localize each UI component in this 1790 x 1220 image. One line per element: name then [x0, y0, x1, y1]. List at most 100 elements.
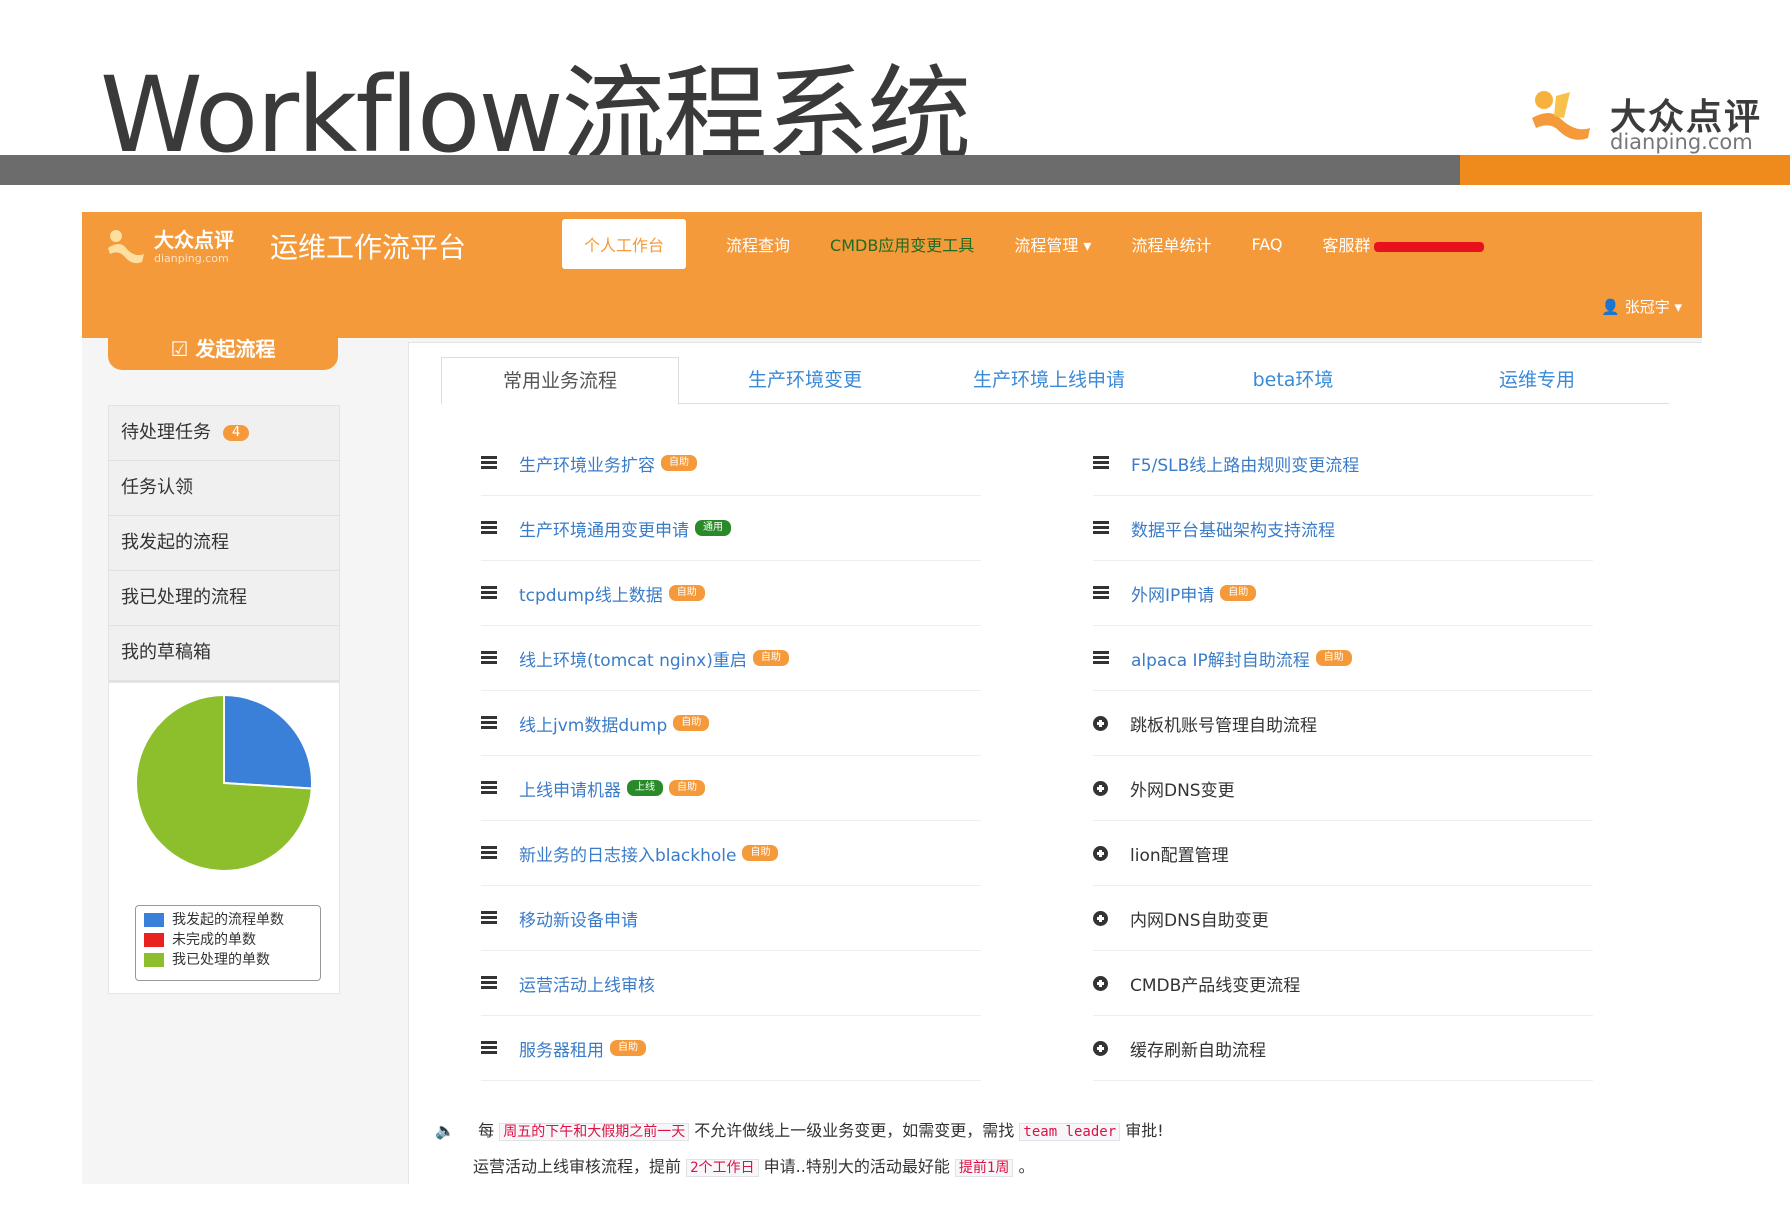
flow-row: lion配置管理: [1093, 821, 1593, 886]
flow-row: CMDB产品线变更流程: [1093, 951, 1593, 1016]
flow-link[interactable]: 线上环境(tomcat nginx)重启: [519, 646, 747, 671]
list-icon: [1093, 521, 1109, 535]
notice-highlight: 2个工作日: [686, 1159, 759, 1177]
notice-text: 申请..特别大的活动最好能: [763, 1157, 950, 1176]
flow-tag: 自助: [1315, 650, 1352, 666]
nav-faq[interactable]: FAQ: [1251, 235, 1282, 254]
flow-link[interactable]: 服务器租用: [519, 1036, 604, 1061]
tab-prod-change[interactable]: 生产环境变更: [687, 357, 923, 403]
pie-slice: [223, 693, 313, 790]
flow-tag: 自助: [610, 1040, 646, 1056]
list-icon: [481, 586, 497, 600]
list-icon: [1093, 651, 1109, 665]
tab-ops-only[interactable]: 运维专用: [1419, 357, 1655, 403]
notice-highlight: team leader: [1019, 1123, 1121, 1141]
flow-link[interactable]: tcpdump线上数据: [519, 581, 663, 606]
flow-tag: 自助: [673, 715, 710, 731]
list-icon: [481, 651, 497, 665]
plus-circle-icon: [1093, 1040, 1108, 1056]
flow-link[interactable]: 外网DNS变更: [1130, 776, 1235, 801]
flow-row: 跳板机账号管理自助流程: [1093, 691, 1593, 756]
nav-flow-management[interactable]: 流程管理 ▾: [1014, 232, 1091, 256]
workflow-app: 大众点评 dianping.com 运维工作流平台 个人工作台 流程查询 CMD…: [82, 212, 1702, 1184]
flow-row: 数据平台基础架构支持流程: [1093, 496, 1593, 561]
flow-link[interactable]: 跳板机账号管理自助流程: [1130, 711, 1317, 736]
flow-row: 上线申请机器 上线 自助: [481, 756, 981, 821]
plus-circle-icon: [1093, 975, 1108, 991]
flow-link[interactable]: 新业务的日志接入blackhole: [519, 841, 736, 866]
legend-swatch: [144, 953, 164, 967]
flow-link[interactable]: 生产环境通用变更申请: [519, 516, 689, 541]
tab-common-flows[interactable]: 常用业务流程: [441, 357, 679, 405]
legend-swatch: [144, 933, 164, 947]
flow-row: alpaca IP解封自助流程 自助: [1093, 626, 1593, 691]
list-icon: [481, 521, 497, 535]
main-panel: 常用业务流程 生产环境变更 生产环境上线申请 beta环境 运维专用 生产环境业…: [408, 342, 1702, 1184]
sidebar-item-pending[interactable]: 待处理任务 4: [109, 406, 339, 461]
flow-tag: 自助: [1220, 585, 1257, 601]
nav-support-group[interactable]: 客服群: [1322, 232, 1485, 256]
nav-flow-stats[interactable]: 流程单统计: [1131, 232, 1211, 256]
sidebar-item-drafts[interactable]: 我的草稿箱: [109, 626, 339, 681]
notice-line-2: 运营活动上线审核流程，提前 2个工作日 申请..特别大的活动最好能 提前1周 。: [435, 1149, 1675, 1184]
flow-row: 生产环境业务扩容 自助: [481, 431, 981, 496]
flow-tag: 自助: [668, 585, 705, 601]
flow-link[interactable]: 生产环境业务扩容: [519, 451, 655, 476]
flow-link[interactable]: 内网DNS自助变更: [1130, 906, 1269, 931]
nav-flow-query[interactable]: 流程查询: [726, 232, 790, 256]
plus-circle-icon: [1093, 780, 1108, 796]
flow-link[interactable]: 外网IP申请: [1131, 581, 1214, 606]
user-name: 张冠宇 ▾: [1624, 298, 1682, 316]
notice-text: 每: [478, 1121, 495, 1140]
flow-tag: 自助: [661, 455, 697, 471]
plus-circle-icon: [1093, 845, 1108, 861]
user-menu[interactable]: 👤 张冠宇 ▾: [1601, 296, 1682, 317]
app-logo-cn: 大众点评: [154, 228, 234, 252]
nav-personal-workbench[interactable]: 个人工作台: [562, 219, 687, 269]
flow-tag: 通用: [695, 520, 731, 536]
flow-link[interactable]: 线上jvm数据dump: [519, 711, 667, 736]
flow-row: 运营活动上线审核: [481, 951, 981, 1016]
list-icon: [481, 846, 497, 860]
sidebar-item-label: 待处理任务: [121, 422, 211, 443]
flow-link[interactable]: CMDB产品线变更流程: [1130, 971, 1300, 996]
sidebar-item-my-handled[interactable]: 我已处理的流程: [109, 571, 339, 626]
list-icon: [1093, 586, 1109, 600]
flow-link[interactable]: 缓存刷新自助流程: [1130, 1036, 1266, 1061]
start-flow-button[interactable]: ☑ 发起流程: [108, 328, 338, 370]
flow-link[interactable]: F5/SLB线上路由规则变更流程: [1131, 451, 1359, 476]
flow-row: F5/SLB线上路由规则变更流程: [1093, 431, 1593, 496]
tab-prod-release[interactable]: 生产环境上线申请: [931, 357, 1167, 403]
notice-line-1: 🔈 每 周五的下午和大假期之前一天 不允许做线上一级业务变更，如需变更，需找 t…: [435, 1113, 1675, 1149]
sidebar-item-my-started[interactable]: 我发起的流程: [109, 516, 339, 571]
redaction-mark: [1374, 241, 1485, 252]
flow-row: 生产环境通用变更申请 通用: [481, 496, 981, 561]
flow-link[interactable]: 运营活动上线审核: [519, 971, 655, 996]
app-logo-icon: [108, 230, 144, 264]
tab-beta-env[interactable]: beta环境: [1175, 357, 1411, 403]
legend-swatch: [144, 913, 164, 927]
nav-cmdb-tool[interactable]: CMDB应用变更工具: [830, 232, 974, 256]
notice-highlight: 提前1周: [954, 1159, 1014, 1177]
list-icon: [481, 781, 497, 795]
flow-link[interactable]: 数据平台基础架构支持流程: [1131, 516, 1335, 541]
flow-link[interactable]: 移动新设备申请: [519, 906, 638, 931]
app-logo[interactable]: 大众点评 dianping.com: [106, 224, 246, 274]
header-divider-orange: [1460, 155, 1790, 185]
chart-legend: 我发起的流程单数 未完成的单数 我已处理的单数: [135, 905, 321, 981]
flow-link[interactable]: lion配置管理: [1130, 841, 1229, 866]
pending-count-badge: 4: [223, 425, 250, 441]
legend-label: 我发起的流程单数: [172, 912, 284, 928]
stats-chart-panel: 我发起的流程单数 未完成的单数 我已处理的单数: [108, 682, 340, 994]
platform-title: 运维工作流平台: [270, 231, 467, 264]
flow-tag: 上线: [627, 780, 663, 796]
flow-link[interactable]: alpaca IP解封自助流程: [1131, 646, 1310, 671]
notice-box: 🔈 每 周五的下午和大假期之前一天 不允许做线上一级业务变更，如需变更，需找 t…: [435, 1113, 1675, 1184]
dianping-figure-icon: [1532, 91, 1590, 140]
sidebar-menu: 待处理任务 4 任务认领 我发起的流程 我已处理的流程 我的草稿箱: [108, 405, 340, 682]
flow-link[interactable]: 上线申请机器: [519, 776, 621, 801]
legend-item: 我发起的流程单数: [136, 910, 320, 930]
flow-tag: 自助: [742, 845, 779, 861]
flow-row: 新业务的日志接入blackhole 自助: [481, 821, 981, 886]
sidebar-item-claim[interactable]: 任务认领: [109, 461, 339, 516]
